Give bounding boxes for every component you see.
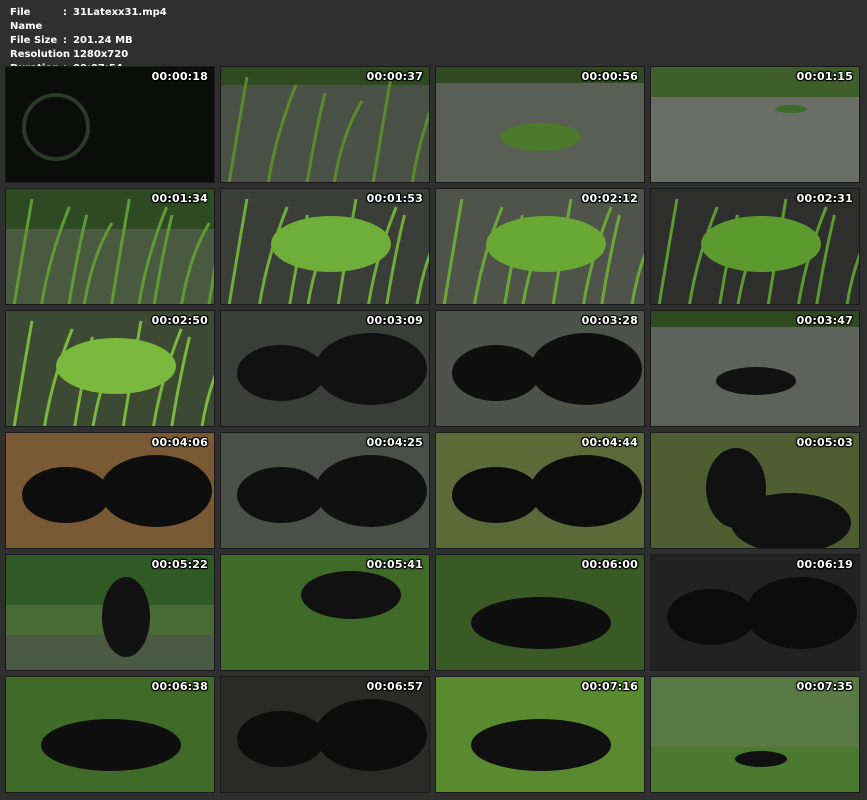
thumbnail-scene	[221, 189, 429, 304]
file-size-value: 201.24 MB	[73, 35, 133, 46]
thumbnail-timestamp: 00:03:47	[796, 314, 853, 327]
video-thumbnail[interactable]: 00:03:28	[435, 310, 645, 427]
thumbnail-timestamp: 00:03:09	[366, 314, 423, 327]
thumbnail-scene	[436, 311, 644, 426]
separator: :	[63, 7, 67, 18]
thumbnail-scene	[436, 433, 644, 548]
thumbnail-timestamp: 00:04:06	[151, 436, 208, 449]
video-thumbnail[interactable]: 00:03:47	[650, 310, 860, 427]
thumbnail-scene	[651, 433, 859, 548]
thumbnail-scene	[221, 67, 429, 182]
video-thumbnail[interactable]: 00:01:34	[5, 188, 215, 305]
file-name-label: File Name	[10, 7, 43, 32]
thumbnail-timestamp: 00:06:57	[366, 680, 423, 693]
video-thumbnail[interactable]: 00:01:15	[650, 66, 860, 183]
video-thumbnail[interactable]: 00:06:38	[5, 676, 215, 793]
thumbnail-timestamp: 00:06:00	[581, 558, 638, 571]
thumbnail-scene	[221, 677, 429, 792]
thumbnail-scene	[436, 555, 644, 670]
thumbnail-scene	[651, 555, 859, 670]
thumbnail-scene	[651, 67, 859, 182]
thumbnail-timestamp: 00:02:12	[581, 192, 638, 205]
thumbnail-timestamp: 00:03:28	[581, 314, 638, 327]
video-thumbnail[interactable]: 00:04:25	[220, 432, 430, 549]
thumbnail-scene	[651, 677, 859, 792]
video-thumbnail[interactable]: 00:02:12	[435, 188, 645, 305]
thumbnail-scene	[651, 189, 859, 304]
thumbnail-scene	[651, 311, 859, 426]
resolution-value: 1280x720	[73, 49, 129, 60]
thumbnail-scene	[6, 555, 214, 670]
video-thumbnail[interactable]: 00:01:53	[220, 188, 430, 305]
thumbnail-timestamp: 00:07:16	[581, 680, 638, 693]
thumbnail-timestamp: 00:06:19	[796, 558, 853, 571]
thumbnail-scene	[436, 67, 644, 182]
thumbnail-scene	[6, 311, 214, 426]
video-thumbnail[interactable]: 00:04:06	[5, 432, 215, 549]
video-thumbnail[interactable]: 00:00:56	[435, 66, 645, 183]
thumbnail-scene	[6, 67, 214, 182]
video-thumbnail[interactable]: 00:00:18	[5, 66, 215, 183]
video-thumbnail[interactable]: 00:06:00	[435, 554, 645, 671]
thumbnail-timestamp: 00:01:53	[366, 192, 423, 205]
thumbnail-timestamp: 00:05:41	[366, 558, 423, 571]
thumbnail-timestamp: 00:04:44	[581, 436, 638, 449]
thumbnail-timestamp: 00:00:56	[581, 70, 638, 83]
thumbnail-timestamp: 00:07:35	[796, 680, 853, 693]
resolution-row: Resolution : 1280x720	[10, 48, 167, 62]
file-size-row: File Size : 201.24 MB	[10, 34, 167, 48]
video-thumbnail[interactable]: 00:05:22	[5, 554, 215, 671]
video-thumbnail[interactable]: 00:07:35	[650, 676, 860, 793]
thumbnail-timestamp: 00:01:15	[796, 70, 853, 83]
thumbnail-timestamp: 00:06:38	[151, 680, 208, 693]
thumbnail-timestamp: 00:04:25	[366, 436, 423, 449]
thumbnail-timestamp: 00:05:03	[796, 436, 853, 449]
video-thumbnail[interactable]: 00:07:16	[435, 676, 645, 793]
thumbnail-scene	[6, 189, 214, 304]
resolution-label: Resolution	[10, 49, 71, 60]
video-thumbnail[interactable]: 00:05:41	[220, 554, 430, 671]
thumbnail-scene	[6, 433, 214, 548]
file-size-label: File Size	[10, 35, 58, 46]
video-thumbnail[interactable]: 00:06:57	[220, 676, 430, 793]
thumbnail-timestamp: 00:00:37	[366, 70, 423, 83]
thumbnail-scene	[436, 189, 644, 304]
thumbnail-scene	[221, 311, 429, 426]
thumbnail-timestamp: 00:00:18	[151, 70, 208, 83]
video-thumbnail[interactable]: 00:02:31	[650, 188, 860, 305]
file-name-value: 31Latexx31.mp4	[73, 7, 167, 18]
video-thumbnail[interactable]: 00:06:19	[650, 554, 860, 671]
video-thumbnail[interactable]: 00:00:37	[220, 66, 430, 183]
thumbnail-timestamp: 00:05:22	[151, 558, 208, 571]
video-thumbnail[interactable]: 00:04:44	[435, 432, 645, 549]
thumbnail-scene	[221, 555, 429, 670]
thumbnail-scene	[6, 677, 214, 792]
thumbnail-timestamp: 00:01:34	[151, 192, 208, 205]
thumbnail-timestamp: 00:02:31	[796, 192, 853, 205]
thumbnail-timestamp: 00:02:50	[151, 314, 208, 327]
thumbnail-scene	[436, 677, 644, 792]
video-thumbnail[interactable]: 00:02:50	[5, 310, 215, 427]
file-name-row: File Name : 31Latexx31.mp4	[10, 6, 167, 34]
thumbnail-scene	[221, 433, 429, 548]
separator: :	[63, 35, 67, 46]
video-thumbnail[interactable]: 00:05:03	[650, 432, 860, 549]
separator: :	[63, 49, 67, 60]
video-thumbnail[interactable]: 00:03:09	[220, 310, 430, 427]
